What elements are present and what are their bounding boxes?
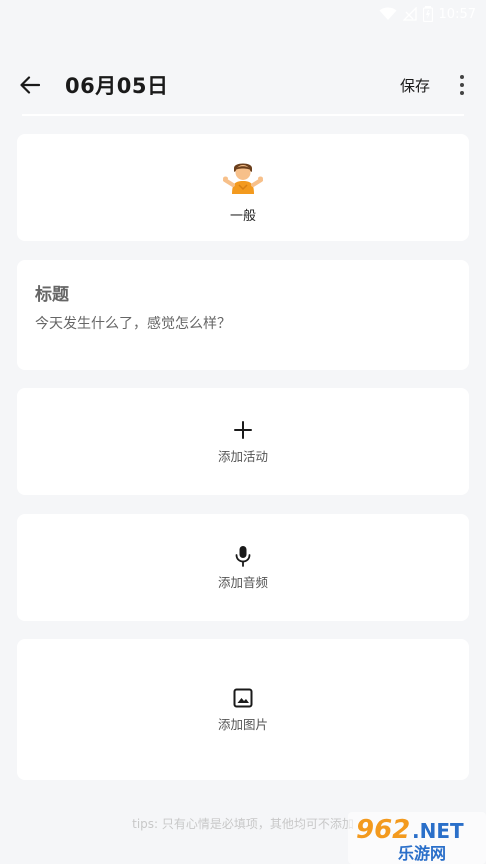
watermark-logo: 962 .NET 乐游网 [348, 808, 486, 864]
add-activity-label: 添加活动 [217, 449, 268, 464]
image-icon [231, 686, 255, 710]
back-button[interactable] [16, 71, 44, 99]
arrow-left-icon [20, 76, 40, 94]
svg-text:.NET: .NET [412, 819, 464, 843]
mood-label: 一般 [229, 209, 256, 224]
status-time: 10:57 [438, 6, 476, 22]
header-divider [22, 114, 464, 116]
plus-icon [231, 418, 255, 442]
page-title: 06月05日 [65, 74, 169, 98]
mood-selector-card[interactable]: 一般 [17, 134, 469, 241]
microphone-icon [231, 544, 255, 568]
more-vertical-icon [460, 75, 464, 79]
battery-icon [422, 6, 433, 22]
entry-title-input[interactable]: 标题 [35, 280, 69, 305]
add-image-label: 添加图片 [217, 717, 268, 732]
status-bar: 10:57 [0, 0, 486, 28]
app-header: 06月05日 保存 [0, 60, 486, 110]
add-image-card[interactable]: 添加图片 [17, 639, 469, 780]
add-audio-label: 添加音频 [217, 575, 268, 590]
mood-emoji[interactable] [17, 160, 469, 200]
962-logo-icon: 962 .NET 乐游网 [348, 812, 486, 864]
add-audio-card[interactable]: 添加音频 [17, 514, 469, 621]
entry-body-input[interactable]: 今天发生什么了，感觉怎么样？ [35, 313, 231, 333]
add-activity-card[interactable]: 添加活动 [17, 388, 469, 495]
entry-text-card: 标题 今天发生什么了，感觉怎么样？ [17, 260, 469, 370]
signal-icon [402, 7, 417, 21]
svg-text:乐游网: 乐游网 [398, 844, 446, 863]
more-options-button[interactable] [452, 71, 472, 99]
shrug-person-icon [223, 163, 263, 194]
save-button[interactable]: 保存 [400, 75, 430, 96]
wifi-icon [379, 7, 397, 20]
svg-text:962: 962 [356, 815, 410, 845]
